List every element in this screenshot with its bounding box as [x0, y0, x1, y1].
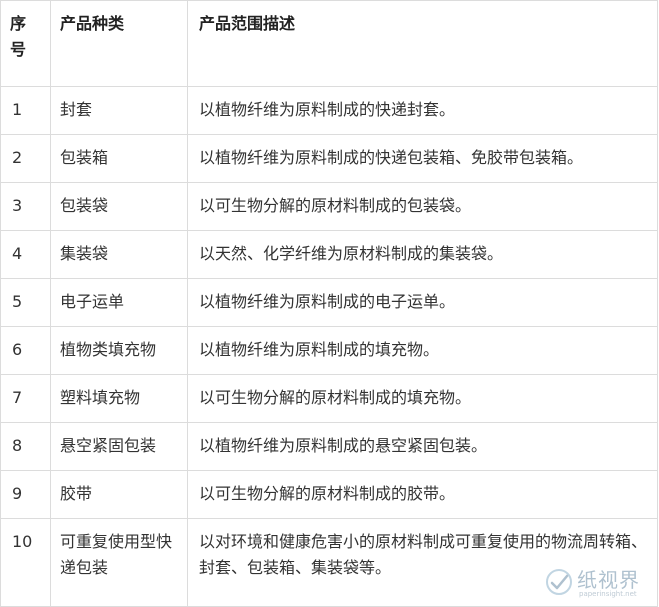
- row-description: 以植物纤维为原料制成的电子运单。: [187, 278, 658, 327]
- row-number: 9: [0, 470, 51, 519]
- row-description: 以植物纤维为原料制成的快递封套。: [187, 86, 658, 135]
- table-row: 7 塑料填充物 以可生物分解的原材料制成的填充物。: [0, 374, 658, 423]
- row-number: 1: [0, 86, 51, 135]
- row-category: 悬空紧固包装: [50, 422, 188, 471]
- row-category: 胶带: [50, 470, 188, 519]
- row-number: 10: [0, 518, 51, 607]
- table-row: 6 植物类填充物 以植物纤维为原料制成的填充物。: [0, 326, 658, 375]
- row-category: 包装箱: [50, 134, 188, 183]
- watermark-url: paperinsight.net: [579, 590, 637, 598]
- header-row: 序号 产品种类 产品范围描述: [0, 0, 658, 87]
- table-row: 1 封套 以植物纤维为原料制成的快递封套。: [0, 86, 658, 135]
- watermark-text: 纸视界: [577, 568, 640, 592]
- row-description: 以可生物分解的原材料制成的胶带。: [187, 470, 658, 519]
- row-category: 植物类填充物: [50, 326, 188, 375]
- row-category: 封套: [50, 86, 188, 135]
- row-category: 电子运单: [50, 278, 188, 327]
- row-description: 以天然、化学纤维为原材料制成的集装袋。: [187, 230, 658, 279]
- row-number: 6: [0, 326, 51, 375]
- table-row: 3 包装袋 以可生物分解的原材料制成的包装袋。: [0, 182, 658, 231]
- logo-icon: [545, 568, 573, 596]
- table-row: 4 集装袋 以天然、化学纤维为原材料制成的集装袋。: [0, 230, 658, 279]
- table-row: 8 悬空紧固包装 以植物纤维为原料制成的悬空紧固包装。: [0, 422, 658, 471]
- product-table: 序号 产品种类 产品范围描述 1 封套 以植物纤维为原料制成的快递封套。 2 包…: [0, 0, 658, 607]
- table-body: 1 封套 以植物纤维为原料制成的快递封套。 2 包装箱 以植物纤维为原料制成的快…: [0, 86, 658, 607]
- header-category: 产品种类: [50, 0, 188, 87]
- row-number: 8: [0, 422, 51, 471]
- table-row: 2 包装箱 以植物纤维为原料制成的快递包装箱、免胶带包装箱。: [0, 134, 658, 183]
- row-category: 塑料填充物: [50, 374, 188, 423]
- table-row: 9 胶带 以可生物分解的原材料制成的胶带。: [0, 470, 658, 519]
- row-description: 以植物纤维为原料制成的填充物。: [187, 326, 658, 375]
- table-row: 5 电子运单 以植物纤维为原料制成的电子运单。: [0, 278, 658, 327]
- header-no: 序号: [0, 0, 51, 87]
- row-description: 以可生物分解的原材料制成的包装袋。: [187, 182, 658, 231]
- row-category: 包装袋: [50, 182, 188, 231]
- header-description: 产品范围描述: [187, 0, 658, 87]
- row-number: 2: [0, 134, 51, 183]
- row-description: 以植物纤维为原料制成的悬空紧固包装。: [187, 422, 658, 471]
- row-number: 3: [0, 182, 51, 231]
- row-description: 以植物纤维为原料制成的快递包装箱、免胶带包装箱。: [187, 134, 658, 183]
- row-number: 4: [0, 230, 51, 279]
- row-category: 可重复使用型快递包装: [50, 518, 188, 607]
- watermark: 纸视界 paperinsight.net: [545, 562, 653, 602]
- row-description: 以可生物分解的原材料制成的填充物。: [187, 374, 658, 423]
- table-header: 序号 产品种类 产品范围描述: [0, 0, 658, 87]
- row-number: 7: [0, 374, 51, 423]
- row-category: 集装袋: [50, 230, 188, 279]
- row-number: 5: [0, 278, 51, 327]
